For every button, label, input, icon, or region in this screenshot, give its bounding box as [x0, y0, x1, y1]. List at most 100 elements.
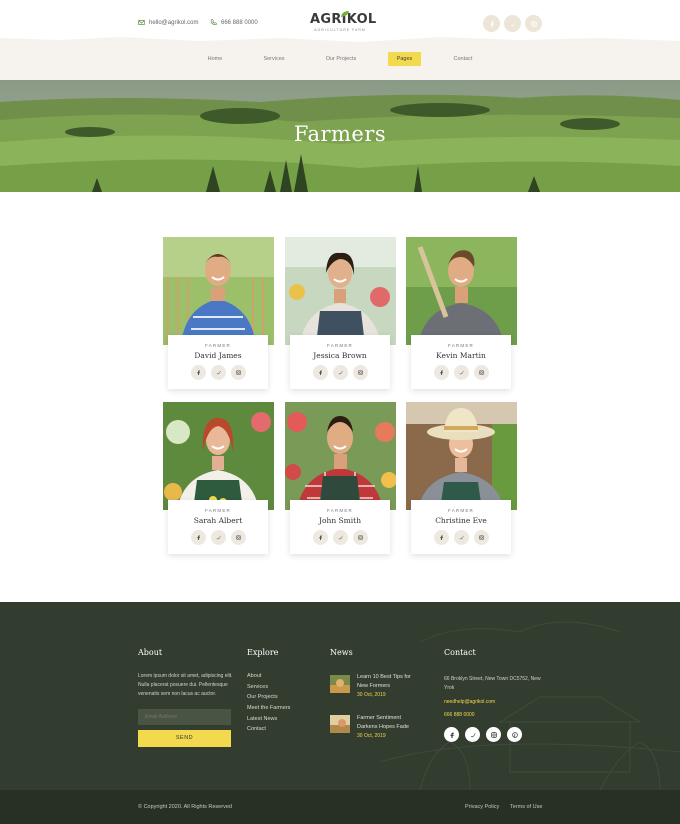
facebook-icon[interactable]: [190, 365, 206, 380]
farmer-card[interactable]: FARMER Jessica Brown: [285, 237, 396, 389]
footer-explore-heading: Explore: [247, 648, 279, 657]
instagram-icon[interactable]: [486, 727, 501, 742]
farmer-name: Jessica Brown: [313, 351, 367, 360]
header-brush-edge: [0, 37, 680, 48]
farmer-photo: [285, 237, 396, 345]
send-button[interactable]: SEND: [138, 730, 231, 747]
news-thumbnail[interactable]: [330, 675, 350, 693]
copyright-text: © Copyright 2020. All Rights Reserved: [138, 804, 232, 810]
facebook-icon[interactable]: [312, 530, 328, 545]
footer-contact-heading: Contact: [444, 648, 476, 657]
twitter-icon[interactable]: [210, 530, 226, 545]
nav-pages[interactable]: Pages: [388, 52, 421, 66]
footer-email-input[interactable]: [138, 709, 231, 725]
privacy-policy-link[interactable]: Privacy Policy: [465, 804, 499, 810]
farmer-info: FARMER Kevin Martin: [411, 335, 511, 389]
facebook-icon[interactable]: [483, 15, 500, 32]
footer-link-about[interactable]: About: [247, 673, 261, 679]
farmer-role: FARMER: [205, 508, 231, 513]
envelope-icon: [138, 20, 145, 25]
footer-news-heading: News: [330, 648, 353, 657]
news-date: 30 Oct, 2019: [357, 733, 386, 739]
farmer-role: FARMER: [327, 343, 353, 348]
facebook-icon[interactable]: [433, 365, 449, 380]
farmer-info: FARMER Sarah Albert: [168, 500, 268, 554]
farmer-info: FARMER Jessica Brown: [290, 335, 390, 389]
facebook-icon[interactable]: [444, 727, 459, 742]
news-title[interactable]: Learn 10 Best Tips for New Formers: [357, 673, 417, 691]
news-title[interactable]: Farmer Sentiment Darkens Hopes Fade: [357, 714, 417, 732]
farmer-name: Christine Eve: [435, 516, 487, 525]
facebook-icon[interactable]: [190, 530, 206, 545]
header-email-text: hello@agrikol.com: [149, 19, 199, 26]
footer-link-meet-farmers[interactable]: Meet the Farmers: [247, 705, 290, 711]
page-title: Farmers: [293, 122, 387, 146]
twitter-icon[interactable]: [453, 365, 469, 380]
footer-farm-illustration: [379, 621, 680, 790]
footer-phone[interactable]: 666 888 0000: [444, 711, 475, 720]
instagram-icon[interactable]: [352, 530, 368, 545]
footer-about-text: Lorem ipsum dolor sit amet, adipiscing e…: [138, 673, 233, 697]
farmer-name: John Smith: [318, 516, 362, 525]
nav-services[interactable]: Services: [256, 52, 292, 66]
instagram-icon[interactable]: [352, 365, 368, 380]
twitter-icon[interactable]: [332, 365, 348, 380]
farmer-role: FARMER: [448, 508, 474, 513]
footer-link-our-projects[interactable]: Our Projects: [247, 694, 278, 700]
news-thumbnail[interactable]: [330, 715, 350, 733]
farmer-name: Kevin Martin: [436, 351, 486, 360]
farmer-photo: [163, 237, 274, 345]
facebook-icon[interactable]: [312, 365, 328, 380]
twitter-icon[interactable]: [504, 15, 521, 32]
farmer-photo: [285, 402, 396, 510]
facebook-icon[interactable]: [433, 530, 449, 545]
farmer-photo: [163, 402, 274, 510]
farmer-card[interactable]: FARMER Sarah Albert: [163, 402, 274, 554]
site-footer: [0, 602, 680, 790]
farmer-name: Sarah Albert: [193, 516, 243, 525]
nav-our-projects[interactable]: Our Projects: [320, 52, 362, 66]
footer-link-latest-news[interactable]: Latest News: [247, 716, 277, 722]
twitter-icon[interactable]: [210, 365, 226, 380]
leaf-icon: [341, 11, 349, 17]
header-social-links: [483, 15, 542, 32]
farmer-card[interactable]: FARMER David James: [163, 237, 274, 389]
farmer-card[interactable]: FARMER John Smith: [285, 402, 396, 554]
twitter-icon[interactable]: [453, 530, 469, 545]
instagram-icon[interactable]: [473, 530, 489, 545]
instagram-icon[interactable]: [525, 15, 542, 32]
twitter-icon[interactable]: [332, 530, 348, 545]
header-phone-text: 666 888 0000: [221, 19, 258, 26]
farmer-info: FARMER John Smith: [290, 500, 390, 554]
farmer-card[interactable]: FARMER Christine Eve: [406, 402, 517, 554]
farmer-info: FARMER Christine Eve: [411, 500, 511, 554]
footer-about-heading: About: [138, 648, 163, 657]
news-date: 30 Oct, 2019: [357, 692, 386, 698]
phone-icon: [210, 19, 217, 26]
site-logo[interactable]: AGRIKOL AGRICULTURE FARM: [310, 11, 376, 32]
footer-address: 66 Broklyn Street, New Town DC5752, New …: [444, 676, 541, 691]
header-phone[interactable]: 666 888 0000: [210, 19, 258, 26]
instagram-icon[interactable]: [230, 530, 246, 545]
page-hero: Farmers: [0, 80, 680, 192]
header-email[interactable]: hello@agrikol.com: [138, 19, 198, 26]
farmer-info: FARMER David James: [168, 335, 268, 389]
farmer-role: FARMER: [327, 508, 353, 513]
logo-tagline: AGRICULTURE FARM: [314, 28, 366, 32]
farmer-photo: [406, 402, 517, 510]
farmer-role: FARMER: [448, 343, 474, 348]
pinterest-icon[interactable]: [507, 727, 522, 742]
farmer-name: David James: [194, 351, 242, 360]
terms-of-use-link[interactable]: Terms of Use: [510, 804, 542, 810]
twitter-icon[interactable]: [465, 727, 480, 742]
footer-link-services[interactable]: Services: [247, 684, 268, 690]
farmer-role: FARMER: [205, 343, 231, 348]
footer-link-contact[interactable]: Contact: [247, 726, 266, 732]
nav-contact[interactable]: Contact: [448, 52, 478, 66]
footer-bottom-bar: [0, 790, 680, 824]
instagram-icon[interactable]: [473, 365, 489, 380]
nav-home[interactable]: Home: [200, 52, 230, 66]
footer-email[interactable]: needhelp@agrikol.com: [444, 698, 495, 707]
instagram-icon[interactable]: [230, 365, 246, 380]
farmer-card[interactable]: FARMER Kevin Martin: [406, 237, 517, 389]
